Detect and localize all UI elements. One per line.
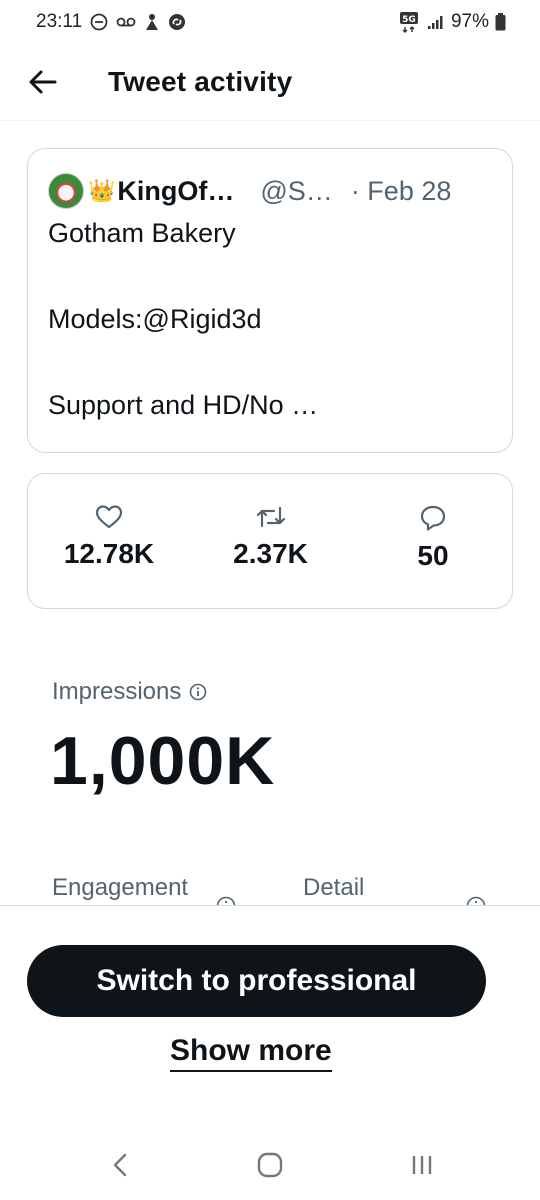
replies-stat: 50 [398, 504, 468, 572]
impressions-value: 1,000K [50, 723, 276, 799]
status-time: 23:11 [36, 11, 83, 32]
crown-emoji-icon: 👑 [88, 178, 116, 203]
home-icon [257, 1152, 283, 1178]
reply-icon [420, 505, 446, 531]
impressions-label-row: Impressions [52, 678, 207, 706]
dnd-icon [90, 13, 108, 31]
chevron-left-icon [113, 1153, 127, 1177]
impressions-label: Impressions [52, 678, 182, 705]
nav-back-button[interactable] [90, 1148, 150, 1182]
recents-icon [412, 1156, 432, 1174]
tweet-preview-card[interactable]: 👑 KingOf… @S… · Feb 28 Gotham Bakery Mod… [27, 148, 513, 453]
heart-icon [95, 505, 123, 529]
shazam-icon [168, 13, 186, 31]
network-5g-icon: 5G [399, 11, 421, 33]
author-display-name: KingOf… [117, 175, 235, 206]
info-icon[interactable] [189, 683, 207, 701]
retweets-count: 2.37K [233, 538, 308, 569]
arrow-left-icon [29, 70, 57, 94]
likes-count: 12.78K [63, 538, 155, 569]
tweet-author-row: 👑 KingOf… @S… · Feb 28 [48, 171, 492, 211]
show-more-link[interactable]: Show more [170, 1034, 332, 1072]
replies-count: 50 [417, 540, 449, 571]
battery-percent: 97% [450, 11, 489, 32]
engagement-label: Engagement [52, 874, 189, 901]
retweets-stat: 2.37K [213, 504, 328, 570]
status-bar: 23:11 5G 97% [0, 0, 540, 44]
detail-label: Detail [303, 874, 365, 901]
page-title: Tweet activity [108, 66, 293, 97]
back-button[interactable] [0, 44, 86, 121]
svg-text:5G: 5G [402, 15, 416, 25]
nav-recents-button[interactable] [392, 1148, 452, 1182]
author-handle: @S… [260, 175, 333, 206]
tweet-date: · Feb 28 [350, 175, 452, 206]
battery-icon [495, 13, 506, 31]
app-notification-icon [144, 13, 160, 31]
retweet-icon [256, 506, 285, 528]
switch-to-professional-button[interactable]: Switch to professional [27, 945, 486, 1017]
voicemail-icon [116, 15, 136, 29]
signal-icon [427, 14, 445, 30]
engagement-stats-card: 12.78K 2.37K 50 [27, 473, 513, 609]
top-app-bar: Tweet activity [0, 44, 540, 121]
likes-stat: 12.78K [48, 504, 170, 570]
tweet-text: Gotham Bakery Models:@Rigid3d Support an… [48, 218, 319, 420]
nav-home-button[interactable] [240, 1148, 300, 1182]
metrics-row: Engagement Detail [52, 874, 492, 906]
avatar [48, 173, 84, 209]
bottom-sheet-divider [0, 905, 540, 906]
system-navigation-bar [0, 1130, 540, 1200]
